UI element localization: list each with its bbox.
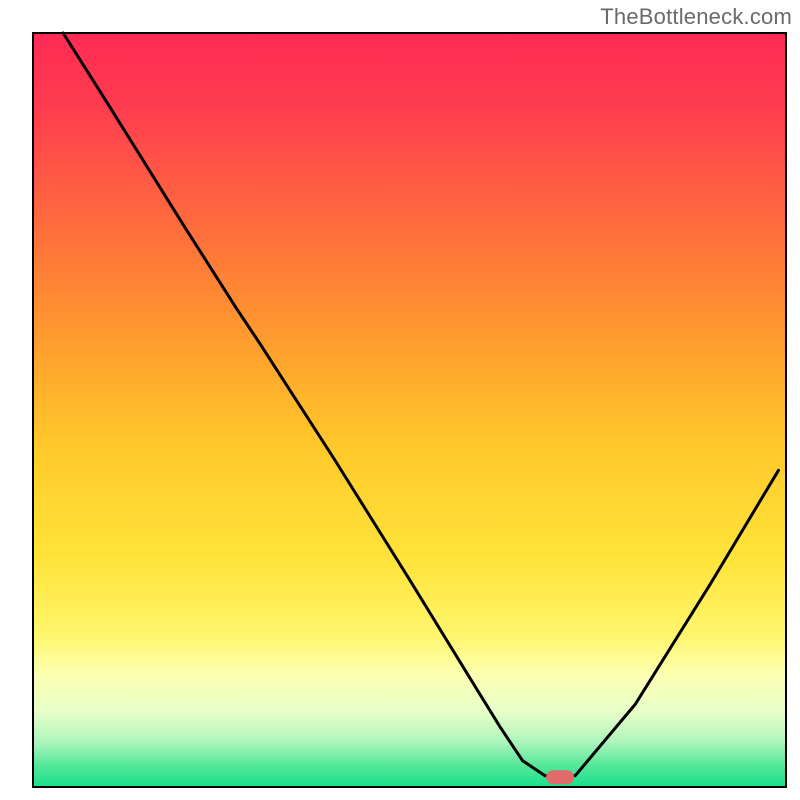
bottleneck-chart xyxy=(0,0,800,800)
plot-background xyxy=(33,33,786,787)
watermark-text: TheBottleneck.com xyxy=(600,4,792,30)
chart-container: TheBottleneck.com xyxy=(0,0,800,800)
highlight-marker xyxy=(546,770,574,784)
